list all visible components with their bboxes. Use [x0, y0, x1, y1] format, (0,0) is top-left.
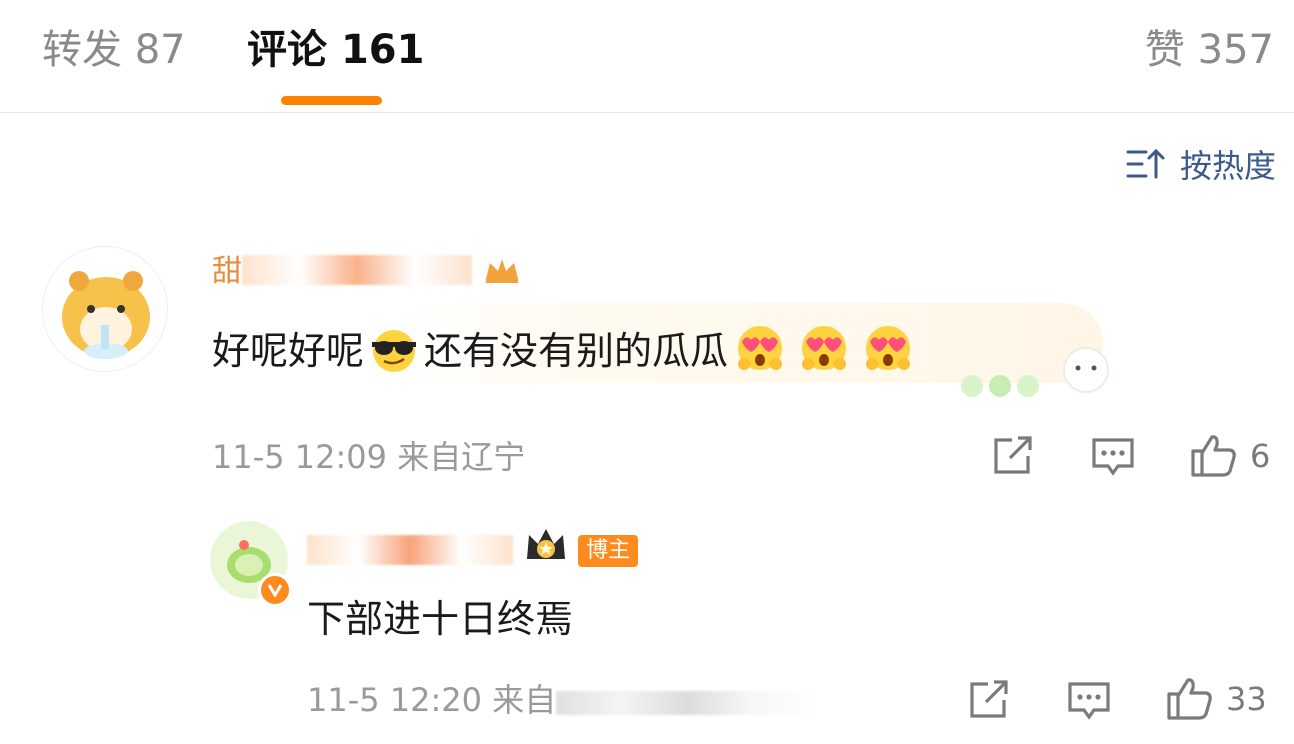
blurred-username: [242, 255, 472, 285]
comment-icon: [1068, 682, 1110, 720]
active-tab-indicator: [281, 96, 382, 105]
tab-likes-count: 357: [1197, 27, 1274, 73]
share-icon: [970, 680, 1008, 718]
reply-button[interactable]: [1090, 436, 1136, 478]
like-count: 33: [1226, 680, 1267, 718]
heart-eyes-emoji-icon: [730, 322, 790, 384]
comment-username[interactable]: 甜: [212, 254, 522, 294]
tab-repost-count: 87: [134, 27, 186, 73]
tab-comments-label: 评论: [247, 27, 327, 73]
avatar[interactable]: [42, 246, 168, 372]
comment-location: 来自: [492, 681, 557, 719]
like-button[interactable]: 33: [1166, 676, 1267, 722]
comment-text-part2: 还有没有别的瓜瓜: [424, 329, 729, 373]
comment-meta: 11-5 12:20 来自: [307, 680, 817, 720]
comment-time: 11-5 12:20: [307, 681, 483, 719]
crown-icon: [482, 255, 522, 294]
thumbs-up-icon: [1191, 435, 1236, 477]
reply-button[interactable]: [1066, 680, 1112, 722]
tab-repost[interactable]: 转发 87: [42, 26, 186, 74]
blogger-badge: 博主: [578, 535, 639, 567]
comment-text: 好呢好呢 还有没有别的瓜瓜: [212, 322, 920, 384]
heart-eyes-emoji-icon: [794, 322, 854, 384]
comment-text: 下部进十日终焉: [307, 597, 574, 641]
comment-meta: 11-5 12:09 来自辽宁: [212, 437, 525, 477]
tabs-divider: [0, 112, 1294, 113]
comment-location: 来自辽宁: [397, 438, 526, 476]
sunglasses-emoji-icon: [366, 328, 422, 384]
comment-time: 11-5 12:09: [212, 438, 388, 476]
comment-text-part1: 好呢好呢: [212, 329, 365, 373]
like-button[interactable]: 6: [1190, 433, 1270, 479]
sort-icon: [1126, 148, 1165, 179]
thumbs-up-icon: [1167, 678, 1212, 720]
heart-eyes-emoji-icon: [858, 322, 918, 384]
comment-username[interactable]: 博主: [307, 527, 639, 576]
blurred-location: [556, 691, 817, 715]
sort-label: 按热度: [1179, 147, 1276, 185]
bear-sticker-icon: [961, 347, 1109, 397]
tab-likes[interactable]: 赞 357: [1145, 26, 1274, 74]
blurred-username: [307, 535, 513, 565]
crown-star-icon: [523, 527, 569, 576]
sort-button[interactable]: 按热度: [1126, 144, 1276, 185]
share-button[interactable]: [990, 436, 1034, 478]
verified-badge-icon: [258, 573, 292, 607]
comment-icon: [1092, 438, 1134, 476]
tab-comments-count: 161: [340, 27, 425, 73]
like-count: 6: [1250, 437, 1271, 475]
share-button[interactable]: [966, 680, 1010, 722]
tab-repost-label: 转发: [42, 27, 122, 73]
tab-comments[interactable]: 评论 161: [247, 26, 424, 74]
tab-likes-label: 赞: [1144, 27, 1185, 73]
share-icon: [994, 436, 1032, 474]
